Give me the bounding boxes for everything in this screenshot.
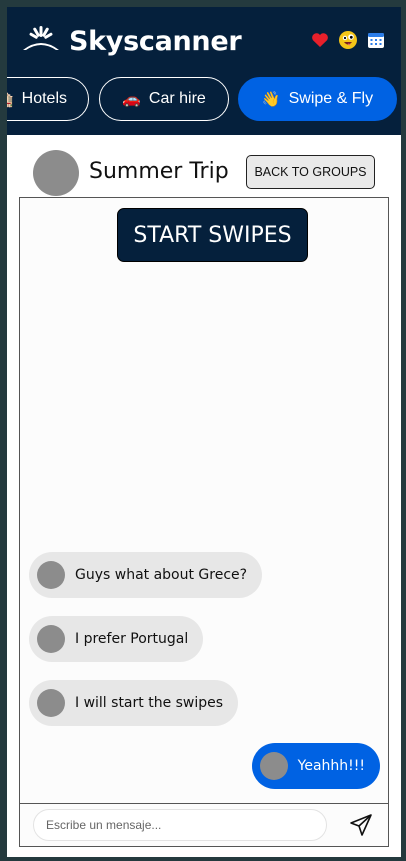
message-composer (20, 803, 388, 846)
tab-car-hire[interactable]: 🚗 Car hire (99, 77, 229, 121)
group-avatar (33, 150, 79, 196)
send-icon[interactable] (348, 812, 374, 838)
chat-message: I will start the swipes (29, 680, 239, 726)
calendar-icon[interactable] (366, 30, 386, 50)
chat-message-own: Yeahhh!!! (251, 743, 380, 789)
emoji-face-icon[interactable] (338, 30, 358, 50)
user-avatar (37, 561, 65, 589)
header-actions (310, 30, 386, 50)
back-to-groups-button[interactable]: BACK TO GROUPS (246, 155, 375, 189)
tab-label: Car hire (148, 90, 206, 107)
hotel-icon: 🏨 (7, 90, 14, 108)
nav-tabs: 🏨 Hotels 🚗 Car hire 👋 Swipe & Fly (7, 77, 401, 123)
message-input[interactable] (33, 809, 327, 841)
start-swipes-button[interactable]: START SWIPES (117, 208, 308, 262)
top-header: Skyscanner Hotels 🚗 Car hire 👋 Swipe & F… (7, 7, 401, 135)
brand-name: Skyscanner (69, 25, 242, 57)
heart-icon[interactable] (310, 30, 330, 50)
car-icon: 🚗 (122, 91, 141, 108)
chat-panel: START SWIPES Guys what about Grece? I pr… (19, 197, 389, 847)
group-title: Summer Trip (89, 159, 229, 184)
user-avatar (37, 625, 65, 653)
tab-label: Hotels (21, 90, 68, 107)
sunrise-logo-icon (21, 25, 61, 57)
chat-message: I prefer Portugal (29, 616, 204, 662)
tab-label: Swipe & Fly (288, 90, 374, 107)
tab-swipe-and-fly[interactable]: 👋 Swipe & Fly (238, 77, 397, 121)
waving-hand-icon: 👋 (261, 91, 281, 108)
message-text: I prefer Portugal (75, 631, 189, 647)
chat-message: Guys what about Grece? (29, 552, 263, 598)
skyscanner-logo[interactable]: Skyscanner (21, 25, 242, 57)
user-avatar (37, 689, 65, 717)
message-text: Yeahhh!!! (297, 758, 365, 774)
tab-hotels[interactable]: 🏨 Hotels (7, 77, 89, 121)
message-text: I will start the swipes (75, 695, 224, 711)
message-text: Guys what about Grece? (75, 567, 248, 583)
app-window: Skyscanner Hotels 🚗 Car hire 👋 Swipe & F… (7, 7, 401, 857)
user-avatar (259, 752, 288, 780)
